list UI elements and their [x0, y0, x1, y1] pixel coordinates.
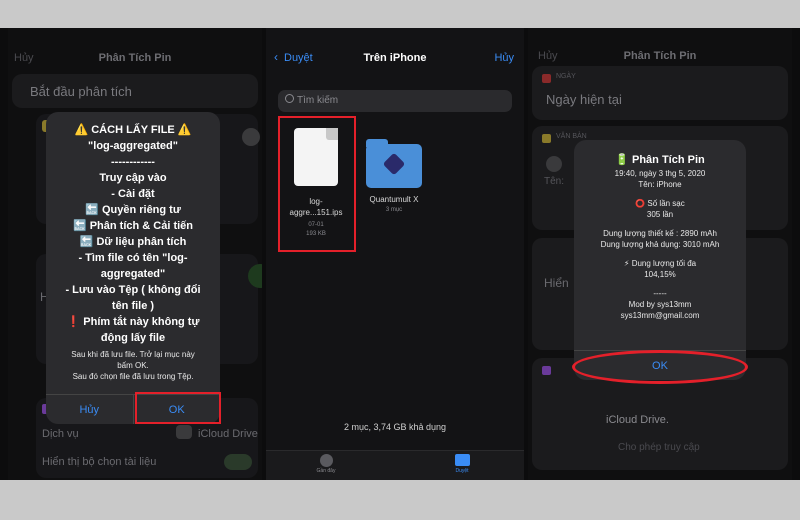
result-line-9 — [574, 250, 746, 258]
search-icon — [285, 94, 294, 103]
alert-line-12: ❗ Phím tắt này không tự — [66, 316, 200, 328]
tab-recent-label: Gần đây — [316, 468, 336, 474]
result-line-5: 305 lần — [646, 210, 674, 219]
doc-icon — [542, 366, 551, 375]
ok-highlight-ellipse — [572, 350, 748, 384]
date-value: Ngày hiện tại — [546, 92, 622, 107]
result-line-3 — [574, 190, 746, 198]
right-hien-label: Hiển — [544, 276, 569, 290]
doc-picker-toggle[interactable] — [224, 454, 252, 470]
result-line-15: sys13mm@gmail.com — [620, 311, 700, 320]
storage-status: 2 mục, 3,74 GB khả dụng — [343, 422, 447, 432]
result-line-4: ⭕ Số lần sạc — [635, 199, 685, 208]
alert-line-3: Truy cập vào — [99, 172, 167, 184]
result-line-12 — [574, 280, 746, 288]
alert-cancel-button[interactable]: Hủy — [46, 395, 133, 424]
name-label: Tên: — [544, 176, 565, 187]
bg-date-card: NGÀY Ngày hiện tại — [532, 66, 788, 120]
tab-browse-label: Duyệt — [455, 468, 469, 474]
alert-note-3: Sau đó chọn file đã lưu trong Tệp. — [72, 372, 194, 381]
tab-recent[interactable]: Gần đây — [306, 454, 346, 474]
alert-line-8: - Tìm file có tên "log- — [78, 252, 188, 264]
folder-item-count: 3 mục — [385, 207, 403, 213]
result-line-1: 19:40, ngày 3 thg 5, 2020 — [614, 169, 706, 178]
result-line-8: Dung lượng khả dụng: 3010 mAh — [600, 240, 720, 249]
files-picker-screen: ‹ Duyệt Trên iPhone Hủy Tìm kiếm log- ag… — [266, 28, 524, 480]
battery-alert-title: 🔋 Phân Tích Pin — [615, 154, 705, 166]
search-input[interactable]: Tìm kiếm — [278, 90, 512, 112]
result-line-13: ----- — [653, 289, 667, 298]
alert-line-4: - Cài đặt — [111, 188, 155, 200]
service-label: Dịch vụ — [42, 428, 79, 440]
result-line-7: Dung lượng thiết kế : 2890 mAh — [603, 229, 717, 238]
result-line-6 — [574, 220, 746, 228]
doc-picker-label: Hiển thị bộ chọn tài liệu — [42, 456, 157, 468]
alert-line-9: aggregated" — [100, 268, 166, 280]
folder-icon — [366, 139, 422, 188]
right-nav-title: Phân Tích Pin — [623, 50, 697, 62]
icloud-drive-text: iCloud Drive. — [606, 414, 669, 426]
screenshot-stage: Hủy Phân Tích Pin Bắt đầu phân tích Hiển… — [0, 28, 800, 480]
text-tag: VĂN BẢN — [556, 133, 587, 140]
icloud-icon — [176, 425, 192, 439]
alert-line-13: động lấy file — [100, 332, 166, 344]
bg-circle-button — [242, 128, 260, 146]
files-cancel-link[interactable]: Hủy — [494, 52, 514, 64]
alert-title: ⚠️ CÁCH LẤY FILE ⚠️ — [74, 124, 192, 136]
alert-line-5: 🔙 Quyền riêng tư — [85, 204, 181, 216]
ok-highlight-box — [135, 392, 221, 424]
files-tabbar: Gần đây Duyệt — [266, 450, 524, 480]
calendar-icon — [542, 74, 551, 83]
left-nav-title: Phân Tích Pin — [98, 52, 172, 64]
search-placeholder: Tìm kiếm — [297, 95, 339, 106]
result-line-10: ⚡ Dung lượng tối đa — [623, 259, 697, 268]
allow-access-button[interactable]: Cho phép truy cập — [618, 442, 700, 453]
alert-line-7: 🔙 Dữ liệu phân tích — [79, 236, 187, 248]
folder-name: Quantumult X — [369, 195, 419, 204]
start-analysis-row[interactable]: Bắt đầu phân tích — [12, 74, 258, 108]
alert-line-6: 🔙 Phân tích & Cải tiến — [72, 220, 194, 232]
result-line-14: Mod by sys13mm — [628, 300, 692, 309]
battery-result-alert: 🔋 Phân Tích Pin 19:40, ngày 3 thg 5, 202… — [574, 140, 746, 380]
alert-line-11: tên file ) — [111, 300, 155, 312]
alert-line-2: ------------ — [111, 156, 155, 168]
tab-browse[interactable]: Duyệt — [442, 454, 482, 474]
alert-line-10: - Lưu vào Tệp ( không đổi — [65, 284, 201, 296]
files-nav-title: Trên iPhone — [363, 52, 427, 64]
left-shortcut-screen: Hủy Phân Tích Pin Bắt đầu phân tích Hiển… — [8, 28, 262, 480]
quantumult-logo-icon — [382, 152, 406, 176]
result-line-2: Tên: iPhone — [638, 180, 682, 189]
result-line-11: 104,15% — [644, 270, 676, 279]
file-highlight-box — [278, 116, 356, 252]
alert-note-2: bấm OK. — [117, 361, 149, 370]
alert-note-1: Sau khi đã lưu file. Trở lại mục này — [71, 350, 195, 359]
text-icon — [542, 134, 551, 143]
right-shortcut-screen: Hủy Phân Tích Pin NGÀY Ngày hiện tại VĂN… — [528, 28, 792, 480]
green-spinner-icon — [248, 264, 262, 288]
files-navbar: ‹ Duyệt Trên iPhone Hủy — [266, 36, 524, 80]
clock-icon — [319, 454, 333, 467]
service-value[interactable]: iCloud Drive — [198, 428, 258, 440]
alert-line-1: "log-aggregated" — [88, 140, 178, 152]
folder-tab-icon — [454, 454, 470, 466]
start-analysis-label: Bắt đầu phân tích — [30, 84, 132, 99]
date-tag: NGÀY — [556, 73, 576, 80]
instruction-alert: ⚠️ CÁCH LẤY FILE ⚠️ "log-aggregated" ---… — [46, 112, 220, 424]
bg-circle-button-right — [546, 156, 562, 172]
